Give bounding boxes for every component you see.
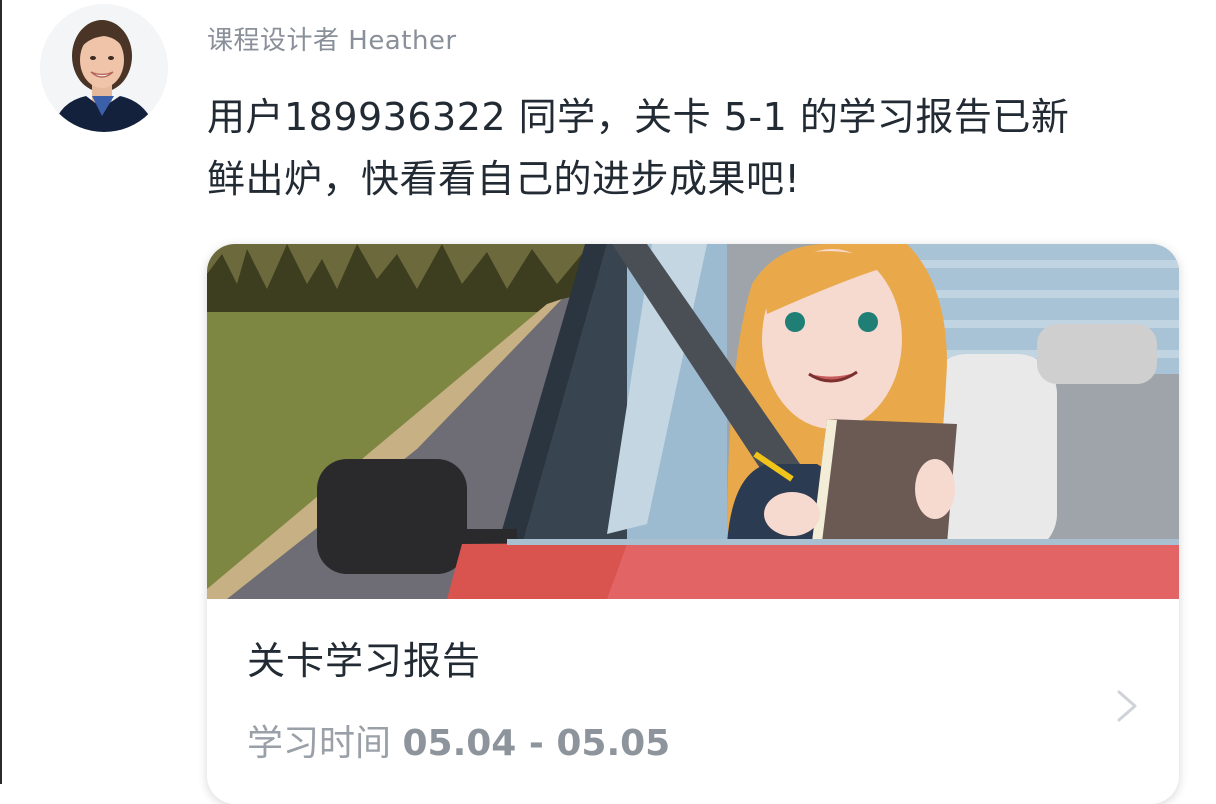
sender-avatar[interactable] — [40, 4, 168, 132]
report-card[interactable]: 关卡学习报告 学习时间 05.04 - 05.05 — [207, 244, 1179, 804]
report-title: 关卡学习报告 — [247, 639, 482, 683]
study-time: 学习时间 05.04 - 05.05 — [247, 714, 670, 766]
sender-name: 课程设计者 Heather — [207, 26, 457, 56]
study-time-label: 学习时间 — [247, 723, 392, 764]
driving-student-illustration — [207, 244, 1179, 599]
left-edge-border — [0, 0, 2, 784]
chevron-right-icon[interactable] — [1113, 686, 1143, 726]
study-time-range: 05.04 - 05.05 — [402, 723, 671, 764]
chat-message: 用户189936322 同学，关卡 5-1 的学习报告已新 鲜出炉，快看看自己的… — [207, 95, 1070, 201]
